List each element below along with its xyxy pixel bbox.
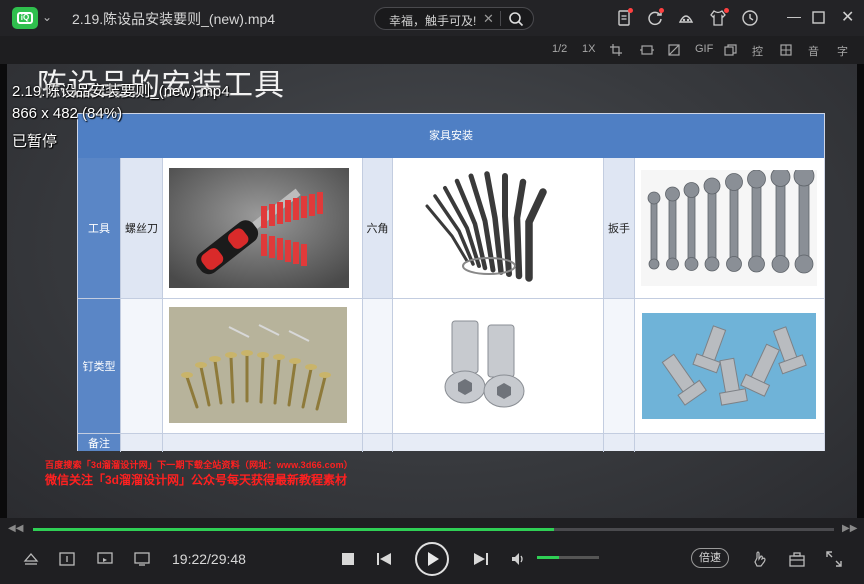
- row-label-notes: 备注: [78, 434, 120, 451]
- subtitle-button[interactable]: 字: [837, 43, 848, 59]
- search-icon[interactable]: [508, 11, 524, 27]
- cell-wrench-label: 扳手: [604, 158, 634, 298]
- title-bar: iQ ⌄ 2.19.陈设品安装要则_(new).mp4 幸福，触手可及! ✕ —…: [0, 0, 864, 36]
- cell-empty: [363, 299, 392, 433]
- forward-icon[interactable]: ▶▶: [842, 523, 857, 534]
- cell-hex-label: 六角: [363, 158, 392, 298]
- screws-image: [169, 307, 347, 423]
- tools-table: 家具安装 工具 钉类型 备注 螺丝刀 六角 扳手: [77, 113, 825, 452]
- cell-empty: [604, 299, 634, 433]
- clear-icon[interactable]: ✕: [483, 11, 494, 27]
- history-icon[interactable]: [740, 8, 760, 28]
- cell-screwdriver-label: 螺丝刀: [121, 158, 162, 298]
- frame-icon[interactable]: [640, 44, 654, 56]
- hex-keys-image: [397, 166, 577, 292]
- osd-status: 已暂停: [12, 133, 58, 150]
- toolbox-icon[interactable]: [789, 551, 805, 567]
- grid-line: [78, 298, 824, 299]
- crop-icon[interactable]: [610, 44, 622, 56]
- player-window: iQ ⌄ 2.19.陈设品安装要则_(new).mp4 幸福，触手可及! ✕ —…: [0, 0, 864, 584]
- grid-line: [362, 158, 363, 452]
- wrench-image: [641, 170, 817, 286]
- skin-icon[interactable]: [676, 8, 696, 28]
- playlist-icon[interactable]: [59, 552, 75, 566]
- video-area[interactable]: 陈设品的安装工具 家具安装 工具 钉类型 备注 螺丝刀 六角 扳手 百度搜索「3…: [0, 64, 864, 518]
- control-bar: ◀◀ ▶▶ 19:22/29:48 倍速: [0, 518, 864, 584]
- volume-icon[interactable]: [510, 551, 526, 567]
- grid-icon[interactable]: [780, 44, 792, 56]
- volume-level: [537, 556, 559, 559]
- notification-dot: [628, 8, 633, 13]
- search-input[interactable]: 幸福，触手可及!: [389, 12, 476, 29]
- progress-fill: [33, 528, 554, 531]
- osd-resolution: 866 x 482 (84%): [12, 105, 123, 122]
- screen-icon[interactable]: [134, 552, 150, 566]
- control-button[interactable]: 控: [752, 43, 763, 59]
- gif-button[interactable]: GIF: [695, 43, 713, 55]
- search-box[interactable]: 幸福，触手可及! ✕: [374, 7, 534, 30]
- minimize-button[interactable]: —: [787, 8, 801, 24]
- osd-filename: 2.19.陈设品安装要则_(new).mp4: [12, 83, 230, 100]
- previous-icon[interactable]: [376, 552, 392, 566]
- rewind-icon[interactable]: ◀◀: [8, 523, 23, 534]
- row-label-nails: 钉类型: [78, 299, 120, 433]
- watermark-line-2: 微信关注「3d溜溜设计网」公众号每天获得最新教程素材: [45, 473, 348, 487]
- gesture-icon[interactable]: [752, 550, 768, 568]
- screens-icon[interactable]: [724, 44, 737, 56]
- menu-chevron-icon[interactable]: ⌄: [42, 10, 52, 24]
- cell-empty: [121, 299, 162, 433]
- maximize-button[interactable]: [812, 11, 825, 24]
- slide-frame: 陈设品的安装工具 家具安装 工具 钉类型 备注 螺丝刀 六角 扳手 百度搜索「3…: [7, 64, 857, 518]
- stop-icon[interactable]: [341, 552, 355, 566]
- window-title: 2.19.陈设品安装要则_(new).mp4: [72, 11, 276, 27]
- search-divider: [500, 11, 501, 26]
- screwdriver-image: [169, 168, 349, 288]
- app-logo-icon[interactable]: iQ: [12, 7, 38, 29]
- hex-bolts-image: [642, 313, 816, 419]
- audio-button[interactable]: 音: [808, 43, 819, 59]
- grid-line: [634, 158, 635, 452]
- rotate-icon[interactable]: [668, 44, 680, 56]
- grid-line: [392, 158, 393, 452]
- time-display: 19:22/29:48: [172, 551, 246, 567]
- grid-line: [120, 158, 121, 452]
- speed-button[interactable]: 倍速: [691, 548, 729, 568]
- notes-row: [121, 434, 824, 451]
- tool-row: 1/2 1X GIF 控 音 字: [0, 36, 864, 64]
- eject-icon[interactable]: [23, 552, 39, 566]
- grid-line: [162, 158, 163, 452]
- page-indicator[interactable]: 1/2: [552, 43, 567, 55]
- table-header: 家具安装: [78, 114, 824, 158]
- close-button[interactable]: ✕: [841, 7, 854, 27]
- next-icon[interactable]: [473, 552, 489, 566]
- notification-dot: [724, 8, 729, 13]
- scale-button[interactable]: 1X: [582, 43, 595, 55]
- play-button[interactable]: [414, 541, 450, 577]
- grid-line: [78, 433, 824, 434]
- watermark-line-1: 百度搜索「3d溜溜设计网」下一期下载全站资料（网址：www.3d66.com）: [45, 460, 353, 470]
- socket-bolts-image: [424, 307, 550, 425]
- row-label-tools: 工具: [78, 158, 120, 298]
- cast-icon[interactable]: [97, 552, 113, 566]
- fullscreen-icon[interactable]: [826, 551, 842, 567]
- notification-dot: [659, 8, 664, 13]
- grid-line: [603, 158, 604, 452]
